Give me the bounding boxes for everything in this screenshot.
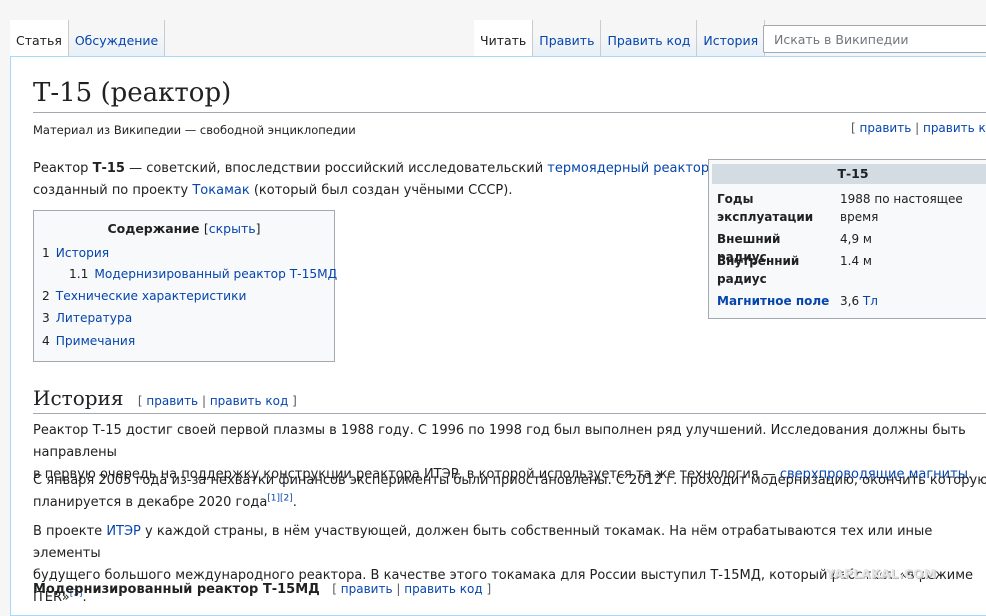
history-paragraph-2: С января 2005 года из-за нехватки финанс… <box>33 473 986 510</box>
toc-hide-toggle[interactable]: скрыть <box>209 221 256 236</box>
table-of-contents: Содержание [скрыть] 1 История 1.1 Модерниз… <box>33 210 337 362</box>
top-strip <box>0 0 986 6</box>
page-edit-source-link[interactable]: править код <box>923 121 986 135</box>
namespace-tabs: Статья Обсуждение <box>10 20 166 56</box>
link-tokamak[interactable]: Токамак <box>192 183 249 198</box>
page-edit-link[interactable]: править <box>860 121 912 135</box>
tesla-link[interactable]: Тл <box>863 294 878 308</box>
tab-article[interactable]: Статья <box>10 20 69 56</box>
section-edit-source-link[interactable]: править код <box>210 394 288 408</box>
tab-edit-source[interactable]: Править код <box>601 20 698 56</box>
toc-item[interactable]: 2 Технические характеристики <box>42 289 246 303</box>
tab-read[interactable]: Читать <box>474 20 534 56</box>
subsection-edit-link[interactable]: править <box>341 582 393 596</box>
page-edit-links: [ править | править код <box>851 121 986 135</box>
reference-1[interactable]: [1] <box>267 494 280 504</box>
article-content: Т-15 (реактор) Материал из Википедии — с… <box>10 56 986 616</box>
infobox: Т-15 Годы эксплуатации 1988 по настоящее… <box>708 159 986 319</box>
section-edit-links: [ править | править код ] <box>137 394 297 408</box>
subsection-edit-source-link[interactable]: править код <box>404 582 482 596</box>
view-tabs: Читать Править Править код История <box>474 20 766 56</box>
toc-title: Содержание [скрыть] <box>107 221 261 236</box>
watermark-logo: YAPLAKAL.COM <box>826 567 937 581</box>
infobox-title: Т-15 <box>712 164 986 184</box>
search-input[interactable] <box>772 30 986 48</box>
search-box[interactable] <box>763 25 986 53</box>
toc-item[interactable]: 1.1 Модернизированный реактор Т-15МД <box>69 267 337 281</box>
toc-item[interactable]: 4 Примечания <box>42 334 135 348</box>
magnetic-field-link[interactable]: Магнитное поле <box>717 292 832 310</box>
link-fusion-reactor[interactable]: термоядерный реактор <box>547 161 709 176</box>
section-edit-link[interactable]: править <box>146 394 198 408</box>
subsection-edit-links: [ править | править код ] <box>332 582 492 596</box>
page-title: Т-15 (реактор) <box>33 77 986 113</box>
toc-item[interactable]: 1 История <box>42 246 109 260</box>
link-iter[interactable]: ИТЭР <box>106 524 141 539</box>
tab-talk[interactable]: Обсуждение <box>68 20 166 56</box>
toc-item[interactable]: 3 Литература <box>42 311 132 325</box>
tagline: Материал из Википедии — свободной энцикл… <box>33 123 356 137</box>
tab-edit[interactable]: Править <box>533 20 602 56</box>
section-heading-history: История [ править | править код ] <box>33 385 986 414</box>
reference-2[interactable]: [2] <box>280 494 293 504</box>
tab-history[interactable]: История <box>697 20 766 56</box>
subsection-heading-t15md: Модернизированный реактор Т-15МД [ прави… <box>33 582 492 597</box>
